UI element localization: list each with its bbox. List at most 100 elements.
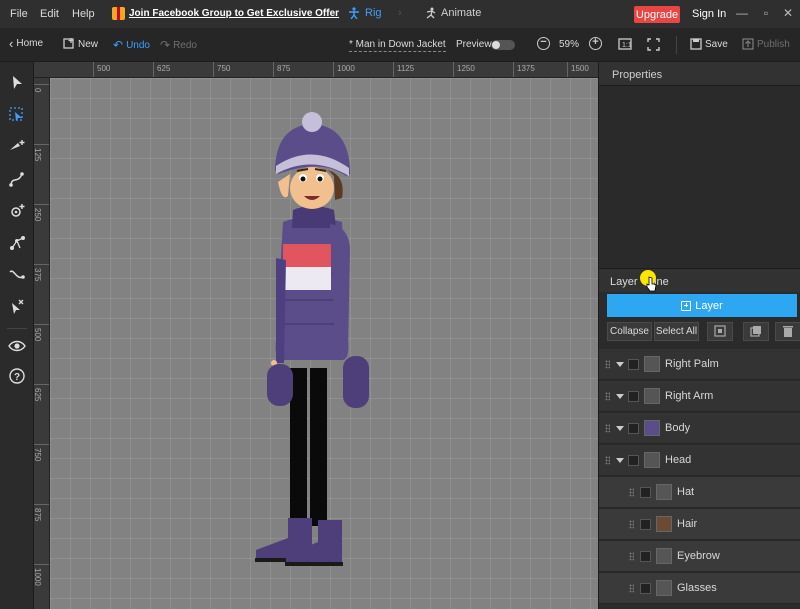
new-button[interactable]: New [63, 38, 98, 50]
layer-row-hair[interactable]: Hair [599, 509, 800, 540]
mode-rig[interactable]: Rig [348, 7, 382, 19]
menu-file[interactable]: File [10, 8, 28, 20]
joint-chain-icon[interactable] [8, 234, 26, 252]
layer-thumbnail [656, 580, 672, 596]
bend-icon[interactable] [8, 266, 26, 284]
drag-handle-icon[interactable] [605, 392, 610, 401]
new-label: New [78, 38, 99, 50]
delete-layer-icon[interactable] [775, 322, 800, 341]
document-title[interactable]: * Man in Down Jacket [349, 39, 446, 52]
caret-down-icon[interactable] [616, 362, 624, 367]
mode-animate[interactable]: Animate [424, 7, 481, 19]
ruler-label: 1250 [457, 64, 475, 73]
layer-label: Right Arm [665, 390, 714, 402]
duplicate-layer-icon[interactable] [743, 322, 769, 341]
minimize-icon[interactable]: — [735, 6, 749, 20]
ruler-label: 1500 [571, 64, 589, 73]
fit-icon[interactable]: 1:1 [618, 38, 632, 50]
add-bone-icon[interactable] [8, 138, 26, 156]
undo-icon: ↶ [113, 38, 124, 52]
menu-help[interactable]: Help [72, 8, 95, 20]
layer-label: Glasses [677, 582, 717, 594]
zoom-out-icon[interactable]: − [537, 37, 550, 50]
layer-checkbox[interactable] [640, 583, 651, 594]
jacket-stripe-white [283, 267, 331, 290]
layer-thumbnail [644, 388, 660, 404]
drag-handle-icon[interactable] [629, 552, 634, 561]
preview-label: Preview [456, 39, 492, 50]
drag-handle-icon[interactable] [629, 584, 634, 593]
head-face [290, 167, 334, 209]
select-arrow-icon[interactable] [8, 74, 26, 92]
upgrade-button[interactable]: Upgrade [634, 6, 680, 23]
tab-layer[interactable]: Layer [610, 276, 638, 288]
add-joint-icon[interactable] [8, 202, 26, 220]
character-man-in-down-jacket[interactable] [50, 78, 598, 609]
layer-row-head[interactable]: Head [599, 445, 800, 476]
layer-thumbnail [644, 356, 660, 372]
drag-handle-icon[interactable] [605, 360, 610, 369]
drag-handle-icon[interactable] [605, 424, 610, 433]
layer-row-body[interactable]: Body [599, 413, 800, 444]
save-button[interactable]: Save [690, 38, 728, 50]
ruler-label: 750 [34, 448, 42, 462]
add-layer-label: Layer [695, 299, 723, 312]
layer-checkbox[interactable] [628, 359, 639, 370]
layer-thumbnail [656, 484, 672, 500]
layer-row-eyebrow[interactable]: Eyebrow [599, 541, 800, 572]
redo-button[interactable]: ↷ Redo [160, 38, 197, 52]
ruler-label: 625 [157, 64, 171, 73]
layer-checkbox[interactable] [628, 391, 639, 402]
right-panel: Properties Layer Bone Layer Collapse Sel… [598, 62, 800, 609]
ruler-label: 625 [34, 388, 42, 402]
ruler-label: 875 [34, 508, 42, 522]
close-icon[interactable]: ✕ [781, 6, 795, 20]
curve-bone-icon[interactable] [8, 170, 26, 188]
drag-handle-icon[interactable] [605, 456, 610, 465]
maximize-icon[interactable]: ▫ [759, 6, 773, 20]
redo-icon: ↷ [160, 38, 171, 52]
preview-toggle[interactable] [491, 40, 515, 50]
eye-icon[interactable] [8, 337, 26, 355]
ruler-label: 750 [217, 64, 231, 73]
caret-down-icon[interactable] [616, 458, 624, 463]
layer-row-hat[interactable]: Hat [599, 477, 800, 508]
home-button[interactable]: ‹ Home [9, 35, 43, 51]
bone-select-icon[interactable] [8, 106, 26, 124]
ruler-label: 500 [34, 328, 42, 342]
caret-down-icon[interactable] [616, 426, 624, 431]
layer-label: Hat [677, 486, 695, 498]
promo-link[interactable]: Join Facebook Group to Get Exclusive Off… [112, 7, 339, 20]
collapse-button[interactable]: Collapse [607, 322, 652, 341]
stage-canvas[interactable] [50, 78, 598, 609]
undo-button[interactable]: ↶ Undo [113, 38, 150, 52]
group-layer-icon[interactable] [707, 322, 733, 341]
layer-checkbox[interactable] [640, 519, 651, 530]
pointer-remove-icon[interactable] [8, 298, 26, 316]
layer-checkbox[interactable] [628, 423, 639, 434]
add-layer-button[interactable]: Layer [607, 294, 797, 317]
toolbar: ‹ Home New ↶ Undo ↷ Redo * Man in Down J… [0, 28, 800, 62]
layer-label: Body [665, 422, 691, 434]
mode-rig-label: Rig [365, 7, 382, 19]
layer-row-glasses[interactable]: Glasses [599, 573, 800, 604]
layer-row-right-arm[interactable]: Right Arm [599, 381, 800, 412]
select-all-button[interactable]: Select All [654, 322, 699, 341]
sign-in-link[interactable]: Sign In [692, 8, 726, 20]
layer-checkbox[interactable] [628, 455, 639, 466]
hand-cursor-icon [646, 276, 657, 292]
help-icon[interactable]: ? [8, 367, 26, 385]
layer-checkbox[interactable] [640, 487, 651, 498]
publish-button[interactable]: Publish [742, 38, 790, 50]
right-pupil [317, 176, 323, 182]
zoom-level: 59% [559, 39, 580, 50]
drag-handle-icon[interactable] [629, 520, 634, 529]
layer-row-right-palm[interactable]: Right Palm [599, 349, 800, 380]
chevron-left-icon: ‹ [9, 35, 14, 51]
fullscreen-icon[interactable] [647, 38, 660, 51]
drag-handle-icon[interactable] [629, 488, 634, 497]
layer-checkbox[interactable] [640, 551, 651, 562]
menu-edit[interactable]: Edit [40, 8, 59, 20]
zoom-in-icon[interactable]: + [589, 37, 602, 50]
caret-down-icon[interactable] [616, 394, 624, 399]
